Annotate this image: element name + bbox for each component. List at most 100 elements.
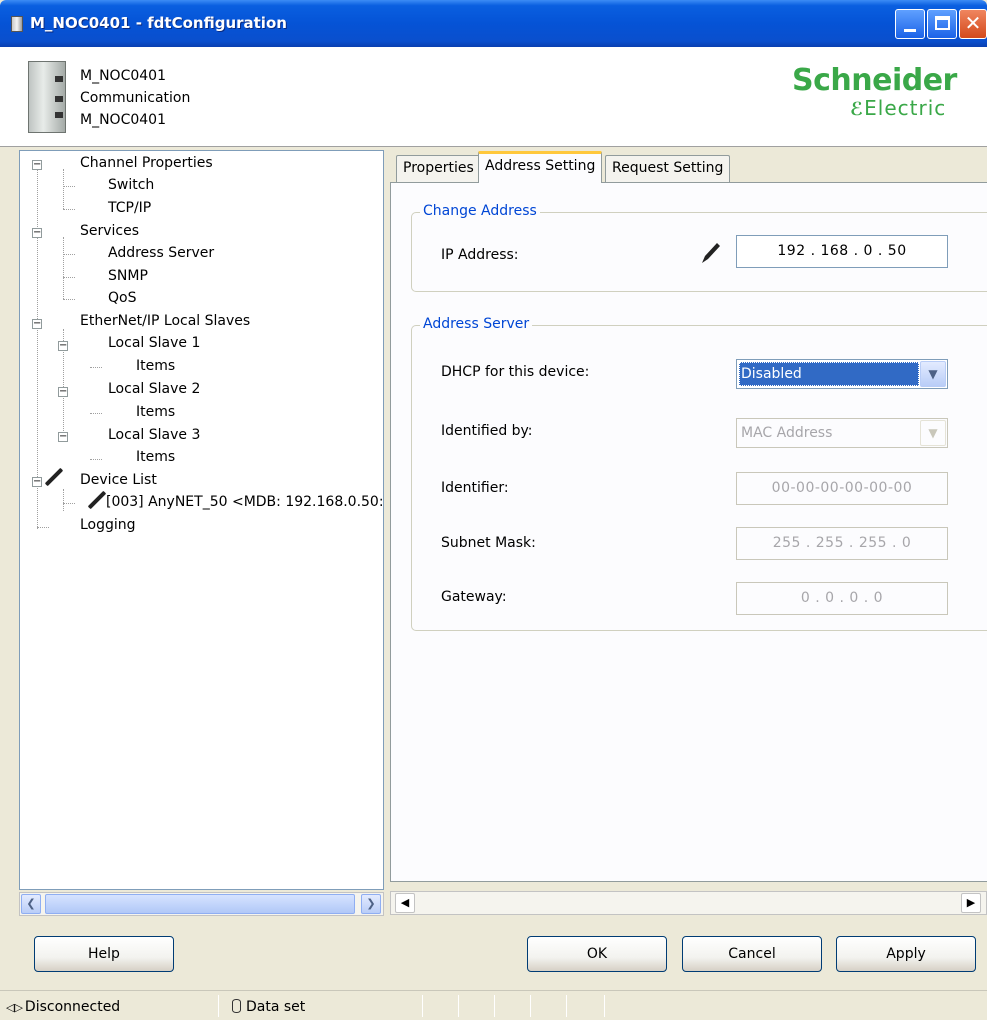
subnet-mask-label: Subnet Mask: xyxy=(441,535,536,551)
help-button[interactable]: Help xyxy=(34,936,174,972)
tree-line xyxy=(63,254,75,255)
tree-line xyxy=(37,167,38,529)
tree-item-items-3[interactable]: Items xyxy=(136,449,175,465)
identifier-input[interactable]: 00-00-00-00-00-00 xyxy=(736,472,948,505)
status-separator xyxy=(494,995,495,1017)
status-bar: ◁▷ Disconnected Data set xyxy=(0,990,987,1020)
gateway-label: Gateway: xyxy=(441,589,507,605)
device-port xyxy=(55,76,63,82)
close-icon: ✕ xyxy=(964,11,982,35)
status-separator xyxy=(458,995,459,1017)
identified-by-select[interactable]: MAC Address ▼ xyxy=(736,418,948,448)
dhcp-selected-value: Disabled xyxy=(739,362,919,386)
device-model: M_NOC0401 xyxy=(80,112,166,128)
device-port xyxy=(55,112,63,118)
tree-item-device-003[interactable]: [003] AnyNET_50 <MDB: 192.168.0.50: xyxy=(106,494,384,510)
connection-status-text: Disconnected xyxy=(24,999,121,1015)
scroll-left-icon[interactable]: ❮ xyxy=(21,894,41,914)
maximize-icon xyxy=(935,16,950,30)
tree-item-tcpip[interactable]: TCP/IP xyxy=(108,200,151,216)
database-icon xyxy=(232,999,241,1013)
dhcp-label: DHCP for this device: xyxy=(441,364,590,380)
ok-button[interactable]: OK xyxy=(527,936,667,972)
tree-item-switch[interactable]: Switch xyxy=(108,177,154,193)
scrollbar-thumb[interactable] xyxy=(45,894,355,914)
tab-request-setting[interactable]: Request Setting xyxy=(605,155,731,182)
collapse-toggle[interactable]: − xyxy=(32,228,42,238)
tab-properties[interactable]: Properties xyxy=(396,155,481,182)
connection-status: ◁▷ Disconnected xyxy=(6,996,120,1018)
tree-item-local-slave-1[interactable]: Local Slave 1 xyxy=(108,335,200,351)
tree-line xyxy=(63,299,75,300)
tree-line xyxy=(63,237,64,299)
tree-item-qos[interactable]: QoS xyxy=(108,290,136,306)
maximize-button[interactable] xyxy=(927,9,957,39)
identifier-label: Identifier: xyxy=(441,480,509,496)
chevron-down-icon[interactable]: ▼ xyxy=(920,420,946,446)
tree-line xyxy=(90,367,102,368)
tree-line xyxy=(63,489,64,511)
tree-item-snmp[interactable]: SNMP xyxy=(108,268,148,284)
device-name: M_NOC0401 xyxy=(80,68,166,84)
tree-item-channel-properties[interactable]: Channel Properties xyxy=(80,155,213,171)
data-status: Data set xyxy=(232,996,305,1018)
device-image xyxy=(28,61,66,133)
change-address-group: Change Address IP Address: 192 . 168 . 0… xyxy=(411,203,987,292)
collapse-toggle[interactable]: − xyxy=(58,341,68,351)
tree-item-device-list[interactable]: Device List xyxy=(80,472,157,488)
collapse-toggle[interactable]: − xyxy=(58,387,68,397)
logo-bottom-text: ℰElectric xyxy=(792,97,972,121)
apply-button[interactable]: Apply xyxy=(836,936,976,972)
content-horizontal-scrollbar[interactable]: ◀ ▶ xyxy=(390,891,987,915)
cancel-button[interactable]: Cancel xyxy=(682,936,822,972)
close-button[interactable]: ✕ xyxy=(959,9,987,39)
tree-item-items-2[interactable]: Items xyxy=(136,404,175,420)
tree-line xyxy=(37,527,49,528)
tree-line xyxy=(63,186,75,187)
tree-line xyxy=(63,169,64,209)
ip-address-input[interactable]: 192 . 168 . 0 . 50 xyxy=(736,235,948,268)
scroll-left-icon[interactable]: ◀ xyxy=(395,893,415,913)
tab-address-setting[interactable]: Address Setting xyxy=(478,151,603,183)
tree-item-items-1[interactable]: Items xyxy=(136,358,175,374)
address-server-title: Address Server xyxy=(420,316,533,332)
logo-bottom-label: Electric xyxy=(864,96,947,120)
tree-item-ethernetip-local-slaves[interactable]: EtherNet/IP Local Slaves xyxy=(80,313,250,329)
tree-line xyxy=(63,277,75,278)
dhcp-select[interactable]: Disabled ▼ xyxy=(736,359,948,389)
window-title: M_NOC0401 - fdtConfiguration xyxy=(30,14,287,32)
data-status-text: Data set xyxy=(246,999,306,1015)
collapse-toggle[interactable]: − xyxy=(32,319,42,329)
chevron-down-icon[interactable]: ▼ xyxy=(920,361,946,387)
window-icon xyxy=(11,16,23,32)
status-separator xyxy=(604,995,605,1017)
scroll-right-icon[interactable]: ▶ xyxy=(961,893,981,913)
device-category: Communication xyxy=(80,90,191,106)
address-server-group: Address Server DHCP for this device: Dis… xyxy=(411,316,987,631)
subnet-mask-input[interactable]: 255 . 255 . 255 . 0 xyxy=(736,527,948,560)
minimize-button[interactable] xyxy=(895,9,925,39)
gateway-input[interactable]: 0 . 0 . 0 . 0 xyxy=(736,582,948,615)
properties-panel: Properties Address Setting Request Setti… xyxy=(388,150,987,916)
scroll-right-icon[interactable]: ❯ xyxy=(361,894,381,914)
logo-top-text: Schneider xyxy=(792,63,957,98)
status-separator xyxy=(530,995,531,1017)
status-separator xyxy=(218,995,219,1017)
title-bar[interactable]: M_NOC0401 - fdtConfiguration ✕ xyxy=(0,0,987,47)
change-address-title: Change Address xyxy=(420,203,540,219)
pencil-icon xyxy=(44,467,64,487)
collapse-toggle[interactable]: − xyxy=(32,477,42,487)
tree-item-logging[interactable]: Logging xyxy=(80,517,136,533)
navigation-tree[interactable]: − Channel Properties Switch TCP/IP − Ser… xyxy=(19,150,384,890)
tree-item-local-slave-3[interactable]: Local Slave 3 xyxy=(108,427,200,443)
tree-horizontal-scrollbar[interactable]: ❮ ❯ xyxy=(19,892,384,916)
tree-line xyxy=(90,459,102,460)
tree-item-address-server[interactable]: Address Server xyxy=(108,245,214,261)
collapse-toggle[interactable]: − xyxy=(58,432,68,442)
ip-address-label: IP Address: xyxy=(441,247,519,263)
tree-item-services[interactable]: Services xyxy=(80,223,139,239)
logo-mark-icon: ℰ xyxy=(850,99,865,120)
tree-item-local-slave-2[interactable]: Local Slave 2 xyxy=(108,381,200,397)
collapse-toggle[interactable]: − xyxy=(32,160,42,170)
device-header: M_NOC0401 Communication M_NOC0401 Schnei… xyxy=(0,47,987,147)
